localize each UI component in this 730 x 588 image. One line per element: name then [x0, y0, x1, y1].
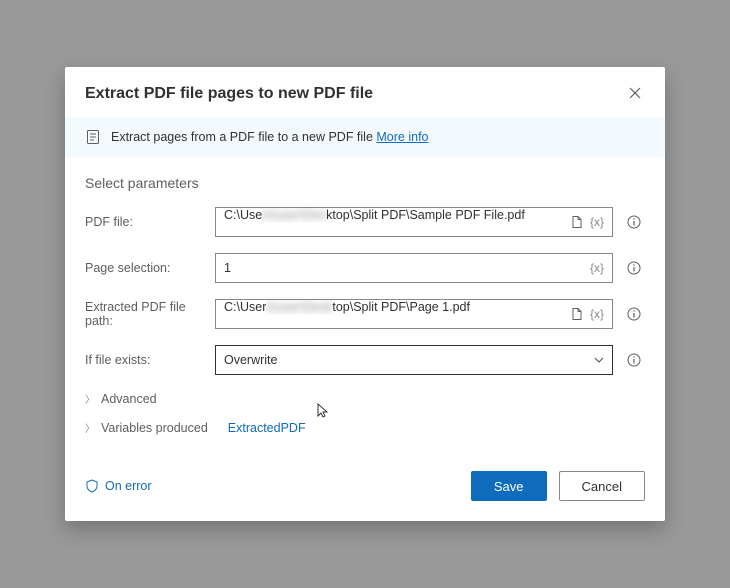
on-error-link[interactable]: On error [85, 479, 152, 493]
info-icon [627, 261, 641, 275]
dialog: Extract PDF file pages to new PDF file E… [65, 67, 665, 521]
input-extracted-path[interactable]: C:\Users\user\Desktop\Split PDF\Page 1.p… [215, 299, 613, 329]
info-button[interactable] [623, 261, 645, 275]
more-info-link[interactable]: More info [376, 130, 428, 144]
variable-picker-icon[interactable]: {x} [590, 215, 604, 229]
info-icon [627, 215, 641, 229]
info-button[interactable] [623, 307, 645, 321]
row-pdf-file: PDF file: C:\Users\user\Desktop\Split PD… [85, 207, 645, 237]
dialog-header: Extract PDF file pages to new PDF file [65, 67, 665, 117]
extracted-path-value: C:\Users\user\Desktop\Split PDF\Page 1.p… [216, 300, 562, 328]
file-picker-icon[interactable] [570, 215, 584, 229]
cancel-button[interactable]: Cancel [559, 471, 645, 501]
close-icon [629, 87, 641, 99]
label-page-selection: Page selection: [85, 261, 215, 275]
page-selection-field[interactable] [216, 254, 582, 282]
save-button[interactable]: Save [471, 471, 547, 501]
variable-picker-icon[interactable]: {x} [590, 307, 604, 321]
input-pdf-file[interactable]: C:\Users\user\Desktop\Split PDF\Sample P… [215, 207, 613, 237]
chevron-right-icon: 〉 [85, 420, 95, 435]
dialog-body: Select parameters PDF file: C:\Users\use… [65, 157, 665, 457]
variables-produced-label: Variables produced [101, 421, 208, 435]
label-if-file-exists: If file exists: [85, 353, 215, 367]
dialog-title: Extract PDF file pages to new PDF file [85, 85, 373, 103]
info-button[interactable] [623, 215, 645, 229]
row-extracted-path: Extracted PDF file path: C:\Users\user\D… [85, 299, 645, 329]
variable-picker-icon[interactable]: {x} [590, 261, 604, 275]
shield-icon [85, 479, 99, 493]
info-icon [627, 307, 641, 321]
input-page-selection[interactable]: {x} [215, 253, 613, 283]
label-extracted-path: Extracted PDF file path: [85, 300, 215, 328]
info-bar: Extract pages from a PDF file to a new P… [65, 117, 665, 157]
row-if-file-exists: If file exists: Overwrite [85, 345, 645, 375]
row-page-selection: Page selection: {x} [85, 253, 645, 283]
info-icon [627, 353, 641, 367]
select-if-file-exists[interactable]: Overwrite [215, 345, 613, 375]
section-title: Select parameters [85, 175, 645, 191]
pdf-icon [85, 129, 101, 145]
chevron-down-icon [586, 353, 612, 368]
if-file-exists-value: Overwrite [216, 346, 586, 374]
dialog-footer: On error Save Cancel [65, 457, 665, 521]
file-picker-icon[interactable] [570, 307, 584, 321]
variables-produced-expander[interactable]: 〉 Variables produced ExtractedPDF [85, 420, 645, 435]
advanced-expander[interactable]: 〉 Advanced [85, 391, 645, 406]
info-button[interactable] [623, 353, 645, 367]
chevron-right-icon: 〉 [85, 391, 95, 406]
pdf-file-value: C:\Users\user\Desktop\Split PDF\Sample P… [216, 208, 562, 236]
variable-link[interactable]: ExtractedPDF [228, 421, 306, 435]
close-button[interactable] [625, 85, 645, 103]
label-pdf-file: PDF file: [85, 215, 215, 229]
info-text: Extract pages from a PDF file to a new P… [111, 130, 429, 144]
on-error-label: On error [105, 479, 152, 493]
advanced-label: Advanced [101, 392, 157, 406]
